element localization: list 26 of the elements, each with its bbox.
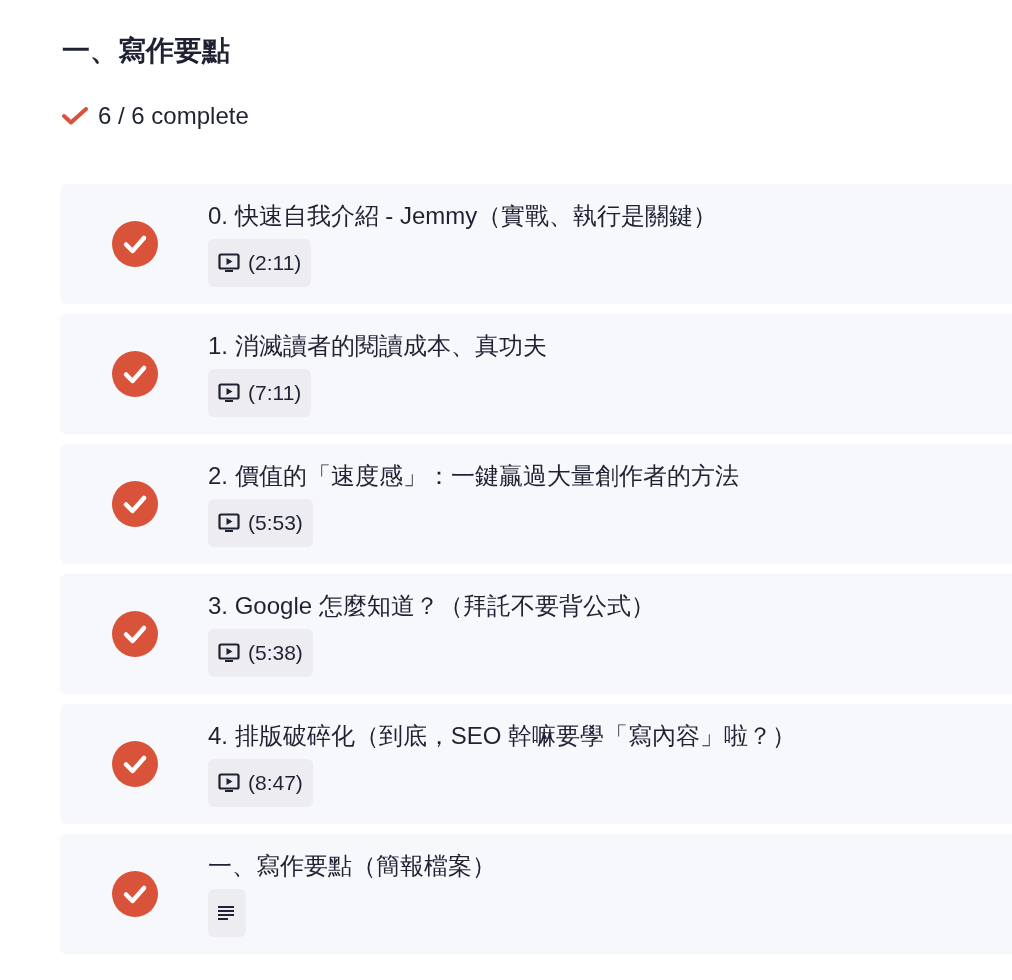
lesson-card[interactable]: 一、寫作要點（簡報檔案） [60, 834, 1012, 954]
video-icon [218, 383, 240, 403]
lesson-card[interactable]: 4. 排版破碎化（到底，SEO 幹嘛要學「寫內容」啦？） (8:47) [60, 704, 1012, 824]
lesson-title: 一、寫作要點（簡報檔案） [208, 851, 496, 881]
duration-text: (8:47) [248, 771, 303, 795]
duration-text: (2:11) [248, 251, 302, 275]
lesson-title: 3. Google 怎麼知道？（拜託不要背公式） [208, 591, 655, 621]
lesson-card[interactable]: 1. 消滅讀者的閱讀成本、真功夫 (7:11) [60, 314, 1012, 434]
duration-text: (7:11) [248, 381, 302, 405]
lesson-card[interactable]: 2. 價值的「速度感」：一鍵贏過大量創作者的方法 (5:53) [60, 444, 1012, 564]
check-icon [62, 107, 88, 125]
video-icon [218, 773, 240, 793]
duration-text: (5:38) [248, 641, 303, 665]
progress-text: 6 / 6 complete [98, 102, 249, 130]
lesson-title: 0. 快速自我介紹 - Jemmy（實戰、執行是關鍵） [208, 201, 718, 231]
lesson-title: 2. 價值的「速度感」：一鍵贏過大量創作者的方法 [208, 461, 739, 491]
video-icon [218, 253, 240, 273]
section-title: 一、寫作要點 [62, 34, 231, 68]
lesson-title: 4. 排版破碎化（到底，SEO 幹嘛要學「寫內容」啦？） [208, 721, 797, 751]
video-icon [218, 643, 240, 663]
lesson-card[interactable]: 0. 快速自我介紹 - Jemmy（實戰、執行是關鍵） (2:11) [60, 184, 1012, 304]
document-icon [218, 905, 236, 921]
video-icon [218, 513, 240, 533]
duration-text: (5:53) [248, 511, 303, 535]
lesson-title: 1. 消滅讀者的閱讀成本、真功夫 [208, 331, 547, 361]
lesson-card[interactable]: 3. Google 怎麼知道？（拜託不要背公式） (5:38) [60, 574, 1012, 694]
